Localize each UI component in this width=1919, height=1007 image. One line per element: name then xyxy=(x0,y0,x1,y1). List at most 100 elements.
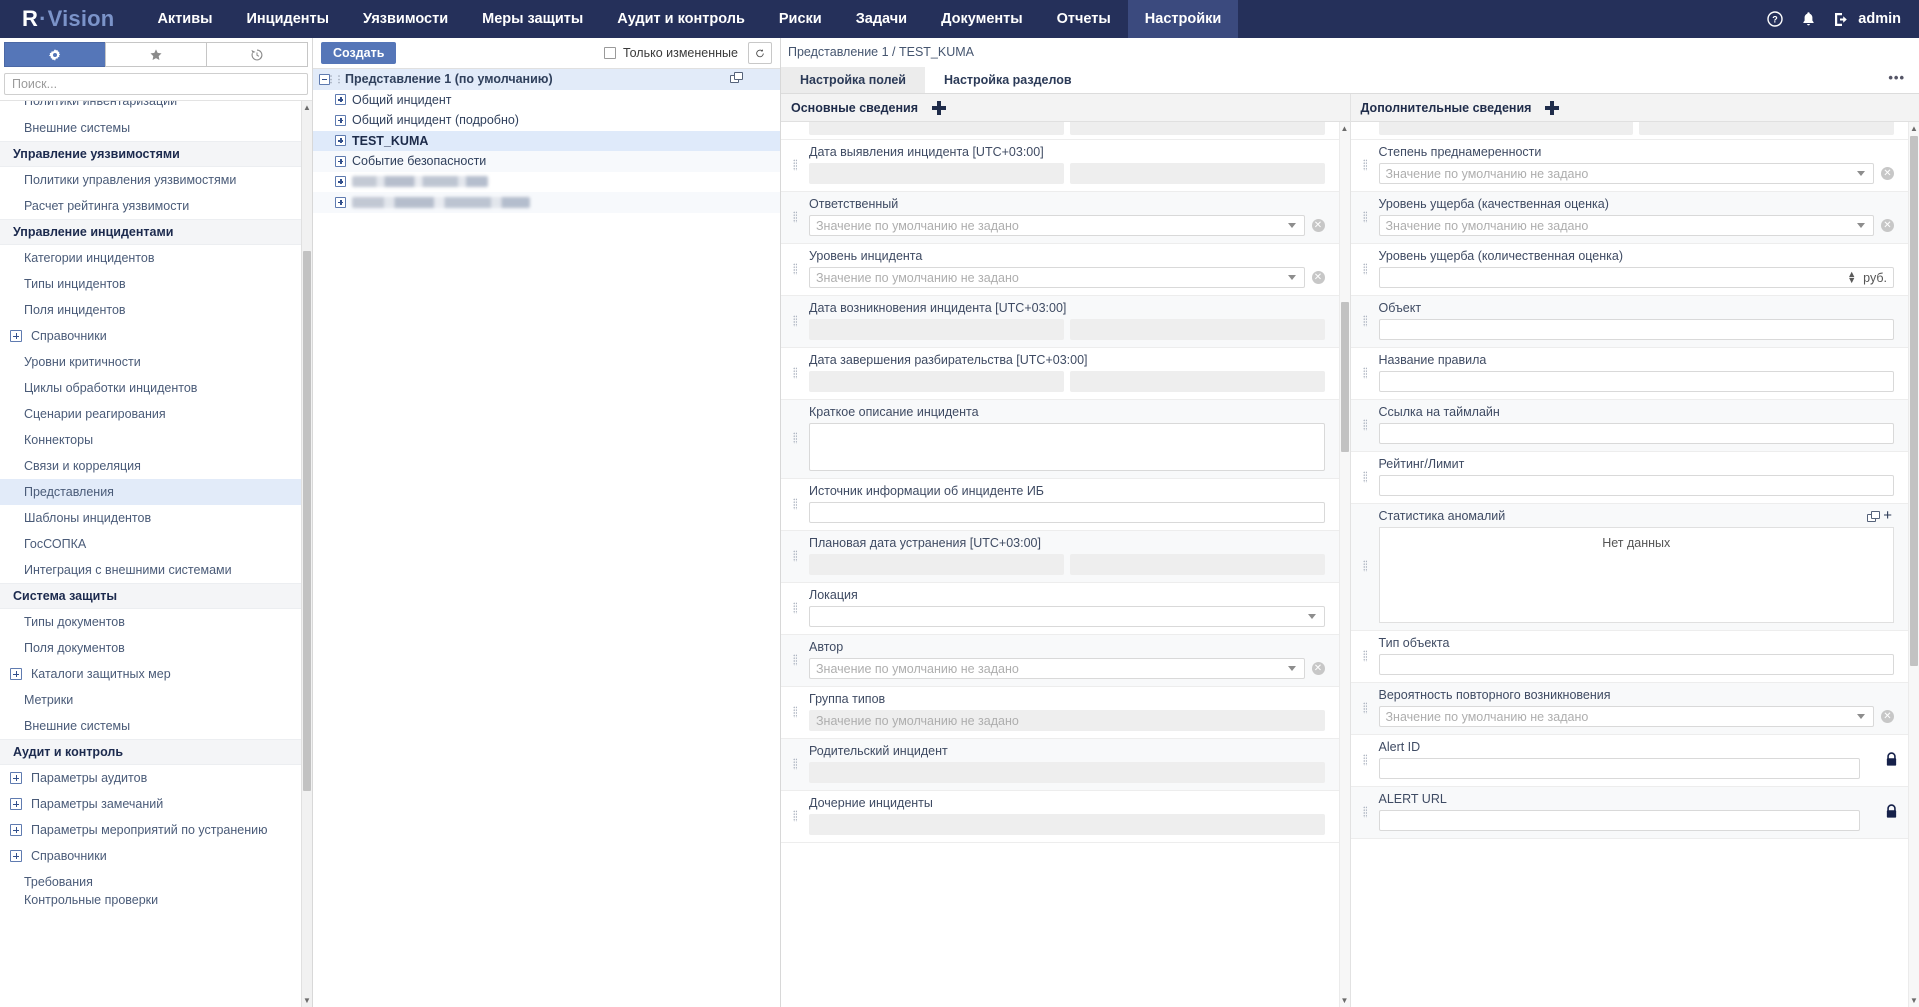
scroll-up-arrow[interactable]: ▲ xyxy=(1909,122,1919,135)
sidebar-item-3[interactable]: Расчет рейтинга уязвимости xyxy=(0,193,312,219)
expand-icon[interactable] xyxy=(335,156,346,167)
sidebar-item-21[interactable]: Каталоги защитных мер xyxy=(0,661,312,687)
scrollbar-thumb[interactable] xyxy=(1341,302,1349,452)
drag-handle-icon[interactable] xyxy=(781,796,809,835)
nav-item-7[interactable]: Документы xyxy=(924,0,1040,38)
sidebar-item-clipped-top[interactable]: Политики инвентаризации xyxy=(0,101,312,115)
expand-icon[interactable] xyxy=(10,798,22,810)
select-input[interactable]: Значение по умолчанию не задано xyxy=(809,267,1305,288)
tab-field-settings[interactable]: Настройка полей xyxy=(781,67,925,93)
chevron-down-icon[interactable] xyxy=(1308,614,1316,619)
sidebar-item-11[interactable]: Сценарии реагирования xyxy=(0,401,312,427)
date-input[interactable] xyxy=(809,554,1064,575)
collapse-icon[interactable] xyxy=(319,74,330,85)
text-input[interactable] xyxy=(809,502,1325,523)
time-input[interactable] xyxy=(1070,554,1325,575)
nav-item-6[interactable]: Задачи xyxy=(839,0,924,38)
drag-handle-icon[interactable] xyxy=(1351,249,1379,288)
drag-handle-icon[interactable] xyxy=(1351,197,1379,236)
sidebar-item-9[interactable]: Уровни критичности xyxy=(0,349,312,375)
drag-handle-icon[interactable] xyxy=(1351,740,1379,779)
drag-handle-icon[interactable] xyxy=(781,692,809,731)
select-input[interactable] xyxy=(809,606,1325,627)
sidebar-item-19[interactable]: Типы документов xyxy=(0,609,312,635)
sidebar-item-15[interactable]: Шаблоны инцидентов xyxy=(0,505,312,531)
chevron-down-icon[interactable] xyxy=(1857,714,1865,719)
clear-icon[interactable]: ✕ xyxy=(1312,662,1325,675)
sidebar-item-25[interactable]: Параметры аудитов xyxy=(0,765,312,791)
bell-icon[interactable] xyxy=(1801,11,1816,27)
chevron-down-icon[interactable] xyxy=(1857,171,1865,176)
add-field-button-main[interactable] xyxy=(932,101,946,115)
expand-icon[interactable] xyxy=(10,824,22,836)
drag-handle-icon[interactable] xyxy=(1351,688,1379,727)
clear-icon[interactable]: ✕ xyxy=(1312,219,1325,232)
drag-handle-icon[interactable] xyxy=(1351,457,1379,496)
text-input[interactable] xyxy=(1379,758,1861,779)
drag-handle-icon[interactable] xyxy=(781,640,809,679)
sidebar-tab-settings[interactable] xyxy=(4,42,106,67)
sidebar-item-8[interactable]: Справочники xyxy=(0,323,312,349)
copy-icon[interactable] xyxy=(730,72,742,86)
user-menu[interactable]: admin xyxy=(1834,11,1901,27)
drag-handle-icon[interactable] xyxy=(1351,301,1379,340)
drag-handle-icon[interactable] xyxy=(781,353,809,392)
tab-section-settings[interactable]: Настройка разделов xyxy=(925,67,1091,93)
text-input[interactable] xyxy=(1379,654,1895,675)
chevron-down-icon[interactable] xyxy=(1857,223,1865,228)
drag-handle-icon[interactable] xyxy=(781,484,809,523)
expand-icon[interactable] xyxy=(10,850,22,862)
stepper-icon[interactable]: ▲▼ xyxy=(1847,272,1856,283)
drag-handle-icon[interactable] xyxy=(781,301,809,340)
tree-node[interactable] xyxy=(313,192,780,213)
sidebar-item-17[interactable]: Интеграция с внешними системами xyxy=(0,557,312,583)
tree-node[interactable]: TEST_KUMA xyxy=(313,131,780,152)
question-circle-icon[interactable]: ? xyxy=(1767,11,1783,27)
drag-handle-icon[interactable] xyxy=(1351,405,1379,444)
nav-item-3[interactable]: Меры защиты xyxy=(465,0,600,38)
nav-item-8[interactable]: Отчеты xyxy=(1040,0,1128,38)
scroll-down-arrow[interactable]: ▼ xyxy=(302,994,312,1007)
plus-icon[interactable]: + xyxy=(1883,511,1892,521)
sidebar-item-14[interactable]: Представления xyxy=(0,479,312,505)
time-input[interactable] xyxy=(1070,163,1325,184)
only-changed-checkbox[interactable]: Только измененные xyxy=(604,46,738,60)
sidebar-item-13[interactable]: Связи и корреляция xyxy=(0,453,312,479)
scroll-down-arrow[interactable]: ▼ xyxy=(1909,994,1919,1007)
drag-handle-icon[interactable] xyxy=(781,249,809,288)
date-input[interactable] xyxy=(809,163,1064,184)
tree-node[interactable]: Событие безопасности xyxy=(313,151,780,172)
select-input[interactable]: Значение по умолчанию не задано xyxy=(1379,163,1875,184)
scrollbar-thumb[interactable] xyxy=(303,251,311,791)
drag-handle-icon[interactable] xyxy=(781,744,809,783)
expand-icon[interactable] xyxy=(10,772,22,784)
fields-scrollbar-additional[interactable]: ▲ ▼ xyxy=(1908,122,1919,1007)
expand-icon[interactable] xyxy=(10,668,22,680)
drag-handle-icon[interactable] xyxy=(781,536,809,575)
expand-icon[interactable] xyxy=(335,197,346,208)
number-stepper-input[interactable]: ▲▼руб. xyxy=(1379,267,1895,288)
chevron-down-icon[interactable] xyxy=(1288,223,1296,228)
search-input[interactable] xyxy=(4,73,308,95)
text-input[interactable] xyxy=(1379,810,1861,831)
scroll-up-arrow[interactable]: ▲ xyxy=(302,101,312,114)
fields-scrollbar-main[interactable]: ▲ ▼ xyxy=(1339,122,1350,1007)
scrollbar-thumb[interactable] xyxy=(1910,136,1918,666)
sidebar-item-20[interactable]: Поля документов xyxy=(0,635,312,661)
textarea-input[interactable] xyxy=(809,423,1325,471)
nav-item-0[interactable]: Активы xyxy=(140,0,229,38)
drag-handle-icon[interactable] xyxy=(781,145,809,184)
nav-item-1[interactable]: Инциденты xyxy=(230,0,347,38)
create-button[interactable]: Создать xyxy=(321,42,396,64)
time-input[interactable] xyxy=(1070,371,1325,392)
drag-handle-icon[interactable] xyxy=(1351,792,1379,831)
sidebar-item-16[interactable]: ГосСОПКА xyxy=(0,531,312,557)
drag-handle-icon[interactable] xyxy=(1351,145,1379,184)
tree-node[interactable]: Общий инцидент (подробно) xyxy=(313,110,780,131)
expand-icon[interactable] xyxy=(10,330,22,342)
select-input[interactable]: Значение по умолчанию не задано xyxy=(809,658,1305,679)
drag-handle-icon[interactable] xyxy=(781,405,809,471)
chevron-down-icon[interactable] xyxy=(1288,275,1296,280)
scroll-up-arrow[interactable]: ▲ xyxy=(1340,122,1350,135)
brand-logo[interactable]: R·Vision xyxy=(0,0,140,38)
